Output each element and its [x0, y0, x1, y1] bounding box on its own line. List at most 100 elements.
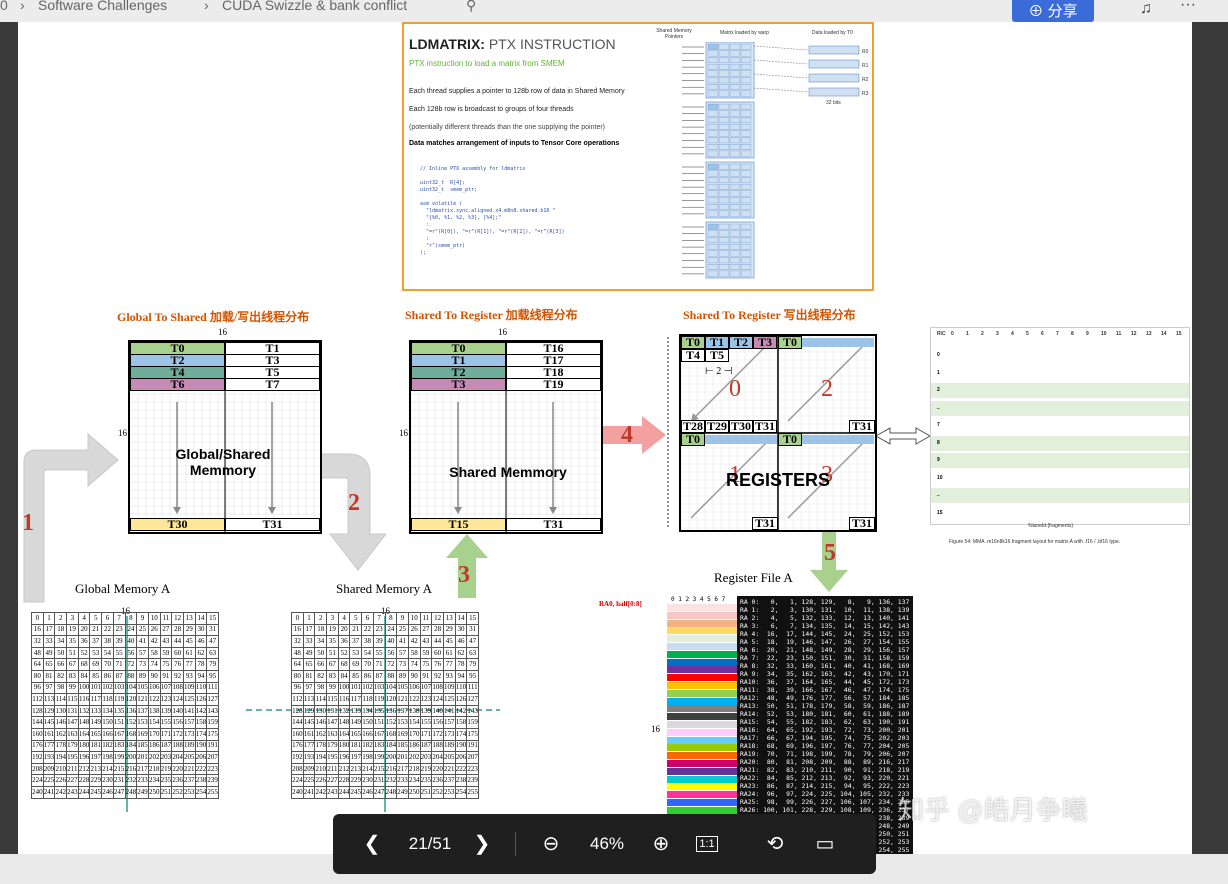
- table-row: 80 81 82 83 84 85 86 87 88 89 90 91 92 93 94 95: [31, 669, 219, 683]
- prev-page-icon[interactable]: ❮: [357, 828, 387, 860]
- next-page-icon[interactable]: ❯: [467, 828, 497, 860]
- table-cell: 50: [314, 646, 328, 660]
- actual-size-label: 1:1: [696, 836, 718, 852]
- table-cell: 186: [407, 739, 421, 753]
- double-arrow: [874, 427, 932, 445]
- table-cell: 2: [314, 612, 328, 625]
- table-cell: 197: [349, 751, 363, 764]
- table-cell: 225: [42, 774, 56, 787]
- table-cell: 65: [302, 658, 316, 671]
- table-cell: 21: [349, 623, 363, 637]
- table-cell: 204: [171, 751, 184, 764]
- table-cell: 24: [384, 623, 398, 637]
- bell-icon[interactable]: ♫: [1140, 0, 1152, 18]
- table-cell: 2: [54, 612, 68, 625]
- shared-memory-a-table: 0 1 2 3 4 5 6 7 8 9 10 11 12 13 14 15 16 17 18 19 20 21 22 23 24…: [291, 612, 479, 799]
- table-cell: 103: [112, 681, 126, 695]
- table-cell: 168: [124, 727, 138, 741]
- table-cell: 193: [42, 751, 56, 764]
- table-cell: 174: [454, 727, 468, 741]
- table-cell: 228: [77, 774, 91, 787]
- table-cell: 223: [206, 762, 219, 776]
- table-cell: 37: [89, 635, 103, 648]
- register-color-band: [667, 635, 737, 643]
- table-cell: 7: [372, 612, 386, 625]
- pin-icon[interactable]: ⚲: [466, 0, 476, 14]
- table-cell: 5: [349, 612, 363, 625]
- table-cell: 251: [159, 785, 173, 799]
- table-cell: 20: [337, 623, 351, 637]
- table-cell: 48: [31, 646, 44, 660]
- table-cell: 188: [431, 739, 444, 753]
- register-line: RA 6: 20, 21, 148, 149, 28, 29, 156, 157: [740, 646, 910, 654]
- table-cell: 187: [419, 739, 433, 753]
- table-cell: 190: [454, 739, 468, 753]
- table-cell: 5: [89, 612, 103, 625]
- table-cell: 252: [171, 785, 184, 799]
- table-cell: 211: [326, 762, 339, 776]
- register-color-band: [667, 627, 737, 635]
- table-cell: 238: [454, 774, 468, 787]
- table-cell: 45: [442, 635, 456, 648]
- comment-icon[interactable]: ▭: [809, 828, 841, 860]
- table-cell: 78: [454, 658, 468, 671]
- table-cell: 59: [159, 646, 173, 660]
- table-cell: 184: [124, 739, 138, 753]
- table-cell: 248: [124, 785, 138, 799]
- table-cell: 29: [182, 623, 196, 637]
- breadcrumb-separator-icon: ›: [20, 0, 25, 13]
- table-cell: 205: [442, 751, 456, 764]
- shared-memory-tile: T0 T1 T2 T3 T16 T17 T18 T19 T15 T31: [409, 340, 603, 534]
- frag-col-header: R\C: [937, 331, 946, 337]
- table-cell: 202: [147, 751, 161, 764]
- table-cell: 246: [361, 785, 374, 799]
- register-color-band: [667, 697, 737, 705]
- table-cell: 247: [112, 785, 126, 799]
- table-cell: 154: [147, 716, 161, 729]
- table-cell: 25: [396, 623, 409, 637]
- table-cell: 26: [147, 623, 161, 637]
- table-cell: 164: [77, 727, 91, 741]
- table-cell: 201: [396, 751, 409, 764]
- table-cell: 131: [66, 704, 79, 718]
- step-number-1: 1: [22, 510, 34, 536]
- dim-label-16: 16: [651, 724, 661, 734]
- table-row: 32 33 34 35 36 37 38 39 40 41 42 43 44 45 46 47: [291, 635, 479, 648]
- register-line: RA 5: 18, 19, 146, 147, 26, 27, 154, 155: [740, 638, 910, 646]
- breadcrumb-software-challenges[interactable]: Software Challenges: [38, 0, 167, 13]
- table-cell: 231: [112, 774, 126, 787]
- breadcrumb-0[interactable]: 0: [0, 0, 8, 13]
- table-cell: 4: [337, 612, 351, 625]
- table-cell: 168: [384, 727, 398, 741]
- table-cell: 49: [42, 646, 56, 660]
- share-button[interactable]: ⊕ 分享: [1012, 0, 1094, 22]
- table-cell: 77: [442, 658, 456, 671]
- table-cell: 68: [77, 658, 91, 671]
- register-line: RA16: 64, 65, 192, 193, 72, 73, 200, 201: [740, 726, 910, 734]
- table-cell: 135: [372, 704, 386, 718]
- breadcrumb-cuda-swizzle[interactable]: CUDA Swizzle & bank conflict: [222, 0, 407, 13]
- table-cell: 131: [326, 704, 339, 718]
- table-cell: 234: [147, 774, 161, 787]
- table-cell: 165: [349, 727, 363, 741]
- rotate-icon[interactable]: ⟲: [759, 828, 791, 860]
- reg-top-band: [802, 338, 874, 347]
- actual-size-icon[interactable]: 1:1: [691, 828, 723, 860]
- table-row: 160 161 162 163 164 165 166 167 168 169 170 171 172 1…: [31, 727, 219, 741]
- register-line: RA19: 70, 71, 198, 199, 78, 79, 206, 207: [740, 750, 910, 758]
- table-cell: 127: [206, 693, 219, 706]
- table-cell: 33: [42, 635, 56, 648]
- table-cell: 108: [431, 681, 444, 695]
- table-cell: 34: [54, 635, 68, 648]
- table-cell: 162: [314, 727, 328, 741]
- table-cell: 244: [77, 785, 91, 799]
- more-icon[interactable]: ···: [1180, 0, 1196, 14]
- register-line: RA 7: 22, 23, 150, 151, 30, 31, 158, 159: [740, 654, 910, 662]
- table-cell: 33: [302, 635, 316, 648]
- table-cell: 235: [159, 774, 173, 787]
- table-cell: 157: [182, 716, 196, 729]
- zoom-in-icon[interactable]: ⊕: [645, 828, 677, 860]
- table-cell: 69: [89, 658, 103, 671]
- zoom-out-icon[interactable]: ⊖: [535, 828, 567, 860]
- table-cell: 185: [396, 739, 409, 753]
